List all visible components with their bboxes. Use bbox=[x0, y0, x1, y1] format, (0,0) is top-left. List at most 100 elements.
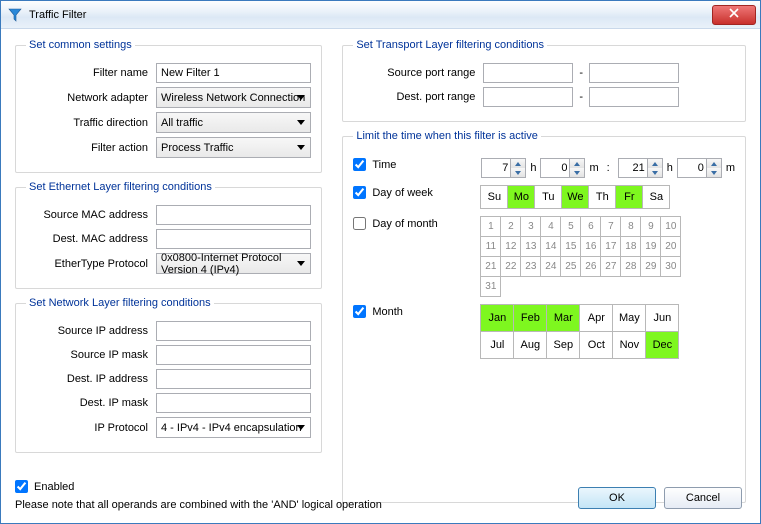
traffic-direction-combo[interactable]: All traffic bbox=[156, 112, 311, 133]
close-button[interactable] bbox=[712, 5, 756, 25]
ip-proto-combo[interactable]: 4 - IPv4 - IPv4 encapsulation bbox=[156, 417, 311, 438]
down-icon[interactable] bbox=[648, 168, 662, 177]
dow-cell-mo[interactable]: Mo bbox=[507, 185, 535, 209]
dst-mac-input[interactable] bbox=[156, 229, 311, 249]
hour2-spinner[interactable] bbox=[618, 158, 663, 178]
month-cell-sep[interactable]: Sep bbox=[546, 331, 580, 359]
dom-cell-26[interactable]: 26 bbox=[580, 256, 601, 277]
dom-cell-4[interactable]: 4 bbox=[540, 216, 561, 237]
dst-port-from-input[interactable] bbox=[483, 87, 573, 107]
dom-cell-23[interactable]: 23 bbox=[520, 256, 541, 277]
down-icon[interactable] bbox=[511, 168, 525, 177]
month-cell-nov[interactable]: Nov bbox=[612, 331, 646, 359]
cancel-button[interactable]: Cancel bbox=[664, 487, 742, 509]
min1-spinner[interactable] bbox=[540, 158, 585, 178]
src-port-label: Source port range bbox=[353, 67, 483, 79]
month-cell-mar[interactable]: Mar bbox=[546, 304, 580, 332]
dom-cell-28[interactable]: 28 bbox=[620, 256, 641, 277]
dom-cell-9[interactable]: 9 bbox=[640, 216, 661, 237]
dom-cell-30[interactable]: 30 bbox=[660, 256, 681, 277]
time-checkbox[interactable] bbox=[353, 158, 366, 171]
dst-port-to-input[interactable] bbox=[589, 87, 679, 107]
dow-cell-tu[interactable]: Tu bbox=[534, 185, 562, 209]
up-icon[interactable] bbox=[648, 159, 662, 168]
down-icon[interactable] bbox=[707, 168, 721, 177]
dom-cell-14[interactable]: 14 bbox=[540, 236, 561, 257]
src-mask-input[interactable] bbox=[156, 345, 311, 365]
dom-cell-27[interactable]: 27 bbox=[600, 256, 621, 277]
network-legend: Set Network Layer filtering conditions bbox=[26, 297, 214, 309]
month-cell-feb[interactable]: Feb bbox=[513, 304, 547, 332]
dom-cell-10[interactable]: 10 bbox=[660, 216, 681, 237]
dom-cell-20[interactable]: 20 bbox=[660, 236, 681, 257]
month-cell-jul[interactable]: Jul bbox=[480, 331, 514, 359]
dom-cell-24[interactable]: 24 bbox=[540, 256, 561, 277]
dom-cell-7[interactable]: 7 bbox=[600, 216, 621, 237]
dom-cell-2[interactable]: 2 bbox=[500, 216, 521, 237]
dom-cell-17[interactable]: 17 bbox=[600, 236, 621, 257]
dom-cell-21[interactable]: 21 bbox=[480, 256, 501, 277]
ethertype-combo[interactable]: 0x0800-Internet Protocol Version 4 (IPv4… bbox=[156, 253, 311, 274]
month-cell-aug[interactable]: Aug bbox=[513, 331, 547, 359]
month-cell-jun[interactable]: Jun bbox=[645, 304, 679, 332]
dom-cell-1[interactable]: 1 bbox=[480, 216, 501, 237]
month-cell-jan[interactable]: Jan bbox=[480, 304, 514, 332]
dow-cell-su[interactable]: Su bbox=[480, 185, 508, 209]
src-port-to-input[interactable] bbox=[589, 63, 679, 83]
m-unit: m bbox=[589, 162, 598, 174]
src-port-from-input[interactable] bbox=[483, 63, 573, 83]
traffic-direction-value: All traffic bbox=[161, 117, 203, 129]
hour1-spinner[interactable] bbox=[481, 158, 526, 178]
month-cell-may[interactable]: May bbox=[612, 304, 646, 332]
min2-spinner[interactable] bbox=[677, 158, 722, 178]
dom-cell-18[interactable]: 18 bbox=[620, 236, 641, 257]
dom-cell-6[interactable]: 6 bbox=[580, 216, 601, 237]
month-cell-oct[interactable]: Oct bbox=[579, 331, 613, 359]
network-layer-group: Set Network Layer filtering conditions S… bbox=[15, 297, 322, 453]
dom-cell-29[interactable]: 29 bbox=[640, 256, 661, 277]
dow-checkbox[interactable] bbox=[353, 186, 366, 199]
up-icon[interactable] bbox=[511, 159, 525, 168]
dom-cell-22[interactable]: 22 bbox=[500, 256, 521, 277]
common-legend: Set common settings bbox=[26, 39, 135, 51]
dow-cell-fr[interactable]: Fr bbox=[615, 185, 643, 209]
month-cell-apr[interactable]: Apr bbox=[579, 304, 613, 332]
dst-mask-input[interactable] bbox=[156, 393, 311, 413]
up-icon[interactable] bbox=[570, 159, 584, 168]
dom-cell-8[interactable]: 8 bbox=[620, 216, 641, 237]
dom-cell-19[interactable]: 19 bbox=[640, 236, 661, 257]
common-settings-group: Set common settings Filter name Network … bbox=[15, 39, 322, 173]
month-label: Month bbox=[372, 306, 403, 318]
filter-name-input[interactable] bbox=[156, 63, 311, 83]
dom-cell-5[interactable]: 5 bbox=[560, 216, 581, 237]
dst-mac-label: Dest. MAC address bbox=[26, 233, 156, 245]
dom-cell-3[interactable]: 3 bbox=[520, 216, 541, 237]
dom-cell-12[interactable]: 12 bbox=[500, 236, 521, 257]
dom-cell-16[interactable]: 16 bbox=[580, 236, 601, 257]
time-legend: Limit the time when this filter is activ… bbox=[353, 130, 541, 142]
up-icon[interactable] bbox=[707, 159, 721, 168]
ethertype-value: 0x0800-Internet Protocol Version 4 (IPv4… bbox=[161, 252, 306, 276]
dom-checkbox[interactable] bbox=[353, 217, 366, 230]
network-adapter-combo[interactable]: Wireless Network Connection bbox=[156, 87, 311, 108]
src-ip-input[interactable] bbox=[156, 321, 311, 341]
transport-layer-group: Set Transport Layer filtering conditions… bbox=[342, 39, 746, 122]
dom-cell-11[interactable]: 11 bbox=[480, 236, 501, 257]
dom-cell-13[interactable]: 13 bbox=[520, 236, 541, 257]
src-mac-input[interactable] bbox=[156, 205, 311, 225]
dom-cell-15[interactable]: 15 bbox=[560, 236, 581, 257]
dow-cell-we[interactable]: We bbox=[561, 185, 589, 209]
ok-button[interactable]: OK bbox=[578, 487, 656, 509]
dom-cell-25[interactable]: 25 bbox=[560, 256, 581, 277]
month-cell-dec[interactable]: Dec bbox=[645, 331, 679, 359]
month-checkbox[interactable] bbox=[353, 305, 366, 318]
enabled-checkbox[interactable] bbox=[15, 480, 28, 493]
dow-cell-sa[interactable]: Sa bbox=[642, 185, 670, 209]
filter-action-combo[interactable]: Process Traffic bbox=[156, 137, 311, 158]
dow-cell-th[interactable]: Th bbox=[588, 185, 616, 209]
network-adapter-value: Wireless Network Connection bbox=[161, 92, 305, 104]
down-icon[interactable] bbox=[570, 168, 584, 177]
dst-ip-input[interactable] bbox=[156, 369, 311, 389]
enabled-label: Enabled bbox=[34, 481, 74, 493]
dom-cell-31[interactable]: 31 bbox=[480, 276, 501, 297]
